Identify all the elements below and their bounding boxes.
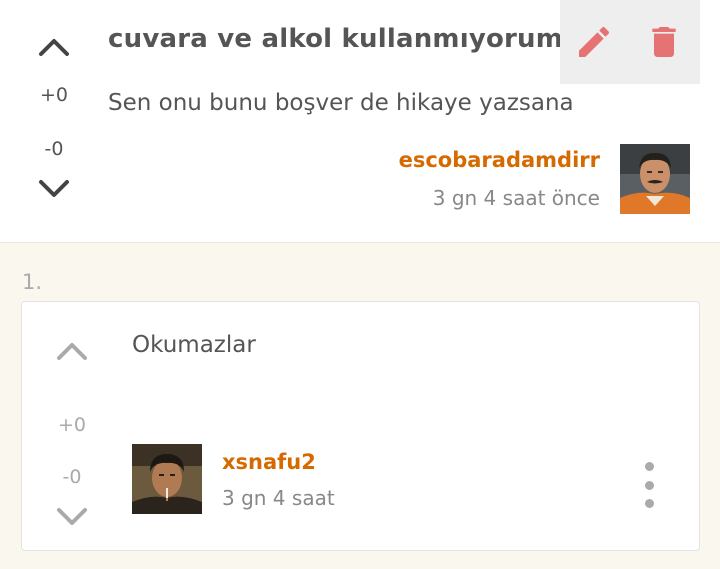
avatar[interactable] [132, 444, 202, 514]
post-card: +0 -0 cuvara ve alkol kullanmıyorum Sen … [0, 0, 720, 243]
comment-upvote-count: +0 [57, 414, 86, 436]
chevron-up-icon [57, 343, 87, 360]
more-vert-icon [644, 462, 654, 471]
trash-icon [652, 27, 676, 57]
edit-button[interactable] [572, 20, 616, 64]
chevron-down-icon [39, 180, 69, 197]
comment-downvote-button[interactable] [42, 506, 102, 528]
comment-text: Okumazlar [132, 332, 256, 358]
pencil-icon [579, 26, 610, 57]
comment-index: 1. [22, 270, 43, 294]
more-vert-dot [644, 480, 654, 490]
downvote-count: -0 [44, 138, 64, 160]
upvote-count: +0 [39, 84, 68, 106]
comment-card: +0 -0 Okumazlar xsnafu2 3 gn 4 saat [21, 301, 700, 551]
upvote-button[interactable] [26, 36, 82, 58]
post-actions [560, 0, 700, 84]
comment-upvote-button[interactable] [42, 340, 102, 362]
chevron-down-icon [57, 508, 87, 525]
avatar-portrait [132, 444, 202, 514]
chevron-up-icon [39, 39, 69, 56]
post-body: Sen onu bunu boşver de hikaye yazsana [108, 90, 574, 116]
more-options-button[interactable] [639, 462, 659, 508]
comment-downvote-count: -0 [62, 466, 82, 488]
comment-timestamp: 3 gn 4 saat [222, 486, 335, 510]
post-title: cuvara ve alkol kullanmıyorum [108, 24, 564, 54]
post-timestamp: 3 gn 4 saat önce [432, 186, 600, 210]
avatar[interactable] [620, 144, 690, 214]
delete-button[interactable] [642, 20, 686, 64]
comment-vote-panel: +0 -0 [42, 330, 102, 525]
post-author-link[interactable]: escobaradamdirr [399, 148, 600, 172]
comment-author-link[interactable]: xsnafu2 [222, 450, 316, 474]
more-vert-dot [644, 499, 654, 508]
post-vote-panel: +0 -0 [26, 30, 82, 210]
downvote-button[interactable] [26, 178, 82, 200]
avatar-portrait [620, 144, 690, 214]
